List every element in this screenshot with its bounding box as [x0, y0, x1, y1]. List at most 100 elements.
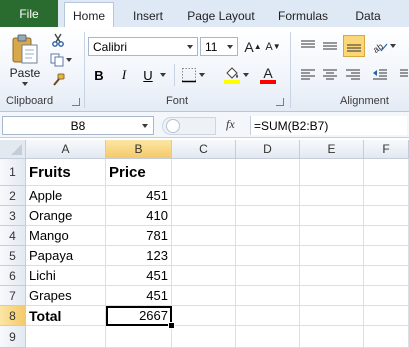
cell-f2[interactable]	[364, 186, 409, 206]
cell-c7[interactable]	[172, 286, 236, 306]
align-bottom-button[interactable]	[343, 35, 365, 57]
cell-b7[interactable]: 451	[106, 286, 172, 306]
format-painter-button[interactable]	[48, 71, 68, 88]
cell-f4[interactable]	[364, 226, 409, 246]
cell-b9[interactable]	[106, 326, 172, 348]
row-header-7[interactable]: 7	[0, 286, 26, 306]
row-header-4[interactable]: 4	[0, 226, 26, 246]
row-header-9[interactable]: 9	[0, 326, 26, 348]
cell-c9[interactable]	[172, 326, 236, 348]
cell-d7[interactable]	[236, 286, 300, 306]
align-middle-button[interactable]	[320, 36, 340, 56]
cell-f8[interactable]	[364, 306, 409, 326]
cell-d5[interactable]	[236, 246, 300, 266]
clipboard-launcher-icon[interactable]	[72, 98, 80, 106]
cell-a7[interactable]: Grapes	[26, 286, 106, 306]
grow-font-button[interactable]: A ▲	[244, 37, 262, 56]
select-all-button[interactable]	[0, 140, 26, 159]
cell-e9[interactable]	[300, 326, 364, 348]
cell-b2[interactable]: 451	[106, 186, 172, 206]
cell-e7[interactable]	[300, 286, 364, 306]
cell-e6[interactable]	[300, 266, 364, 286]
cut-button[interactable]	[48, 31, 68, 48]
cell-f3[interactable]	[364, 206, 409, 226]
tab-insert[interactable]: Insert	[126, 6, 170, 26]
row-header-3[interactable]: 3	[0, 206, 26, 226]
align-top-button[interactable]	[298, 36, 318, 56]
italic-button[interactable]: I	[114, 65, 134, 85]
tab-file[interactable]: File	[0, 0, 58, 27]
tab-data[interactable]: Data	[348, 6, 388, 26]
cell-c3[interactable]	[172, 206, 236, 226]
row-header-6[interactable]: 6	[0, 266, 26, 286]
cell-c2[interactable]	[172, 186, 236, 206]
cell-b5[interactable]: 123	[106, 246, 172, 266]
font-launcher-icon[interactable]	[276, 98, 284, 106]
underline-button[interactable]: U	[138, 65, 158, 85]
align-right-button[interactable]	[343, 65, 363, 85]
fill-handle[interactable]	[168, 322, 175, 329]
cell-d6[interactable]	[236, 266, 300, 286]
tab-home[interactable]: Home	[64, 2, 114, 28]
cell-f7[interactable]	[364, 286, 409, 306]
cell-a1[interactable]: Fruits	[26, 159, 106, 186]
increase-indent-button[interactable]	[393, 65, 409, 85]
bold-button[interactable]: B	[89, 65, 109, 85]
cell-c8[interactable]	[172, 306, 236, 326]
cell-d3[interactable]	[236, 206, 300, 226]
cell-f5[interactable]	[364, 246, 409, 266]
font-size-select[interactable]: 11	[200, 37, 238, 56]
column-header-b[interactable]: B	[106, 140, 172, 159]
cell-f1[interactable]	[364, 159, 409, 186]
cell-e3[interactable]	[300, 206, 364, 226]
cell-a6[interactable]: Lichi	[26, 266, 106, 286]
column-header-d[interactable]: D	[236, 140, 300, 159]
formula-input[interactable]: =SUM(B2:B7)	[250, 116, 407, 135]
cell-e5[interactable]	[300, 246, 364, 266]
cell-a2[interactable]: Apple	[26, 186, 106, 206]
borders-button[interactable]	[180, 65, 206, 85]
name-box[interactable]: B8	[2, 116, 154, 135]
cell-e8[interactable]	[300, 306, 364, 326]
row-header-5[interactable]: 5	[0, 246, 26, 266]
cell-f6[interactable]	[364, 266, 409, 286]
fill-color-button[interactable]	[222, 65, 250, 85]
column-header-f[interactable]: F	[364, 140, 409, 159]
cell-d8[interactable]	[236, 306, 300, 326]
cell-d4[interactable]	[236, 226, 300, 246]
row-header-1[interactable]: 1	[0, 159, 26, 186]
cell-b6[interactable]: 451	[106, 266, 172, 286]
shrink-font-button[interactable]: A ▼	[264, 37, 282, 56]
tab-page-layout[interactable]: Page Layout	[184, 6, 258, 26]
cell-c5[interactable]	[172, 246, 236, 266]
cell-a8[interactable]: Total	[26, 306, 106, 326]
copy-button[interactable]	[48, 51, 74, 68]
decrease-indent-button[interactable]	[370, 65, 390, 85]
orientation-button[interactable]: ab	[370, 36, 398, 56]
cell-a5[interactable]: Papaya	[26, 246, 106, 266]
align-center-button[interactable]	[320, 65, 340, 85]
font-family-select[interactable]: Calibri	[88, 37, 198, 56]
paste-dropdown-arrow[interactable]	[22, 81, 28, 86]
align-left-button[interactable]	[298, 65, 318, 85]
cell-c1[interactable]	[172, 159, 236, 186]
cell-d9[interactable]	[236, 326, 300, 348]
font-color-button[interactable]: A	[254, 65, 282, 85]
cell-a3[interactable]: Orange	[26, 206, 106, 226]
insert-function-button[interactable]: fx	[226, 117, 235, 132]
cell-d1[interactable]	[236, 159, 300, 186]
column-header-e[interactable]: E	[300, 140, 364, 159]
column-header-c[interactable]: C	[172, 140, 236, 159]
cell-f9[interactable]	[364, 326, 409, 348]
cell-c6[interactable]	[172, 266, 236, 286]
paste-button[interactable]: Paste	[6, 30, 44, 88]
cell-a9[interactable]	[26, 326, 106, 348]
cell-e4[interactable]	[300, 226, 364, 246]
underline-dropdown[interactable]	[158, 65, 168, 85]
cell-a4[interactable]: Mango	[26, 226, 106, 246]
cell-e2[interactable]	[300, 186, 364, 206]
cell-d2[interactable]	[236, 186, 300, 206]
cell-b3[interactable]: 410	[106, 206, 172, 226]
copy-dropdown-arrow[interactable]	[66, 57, 72, 62]
column-header-a[interactable]: A	[26, 140, 106, 159]
